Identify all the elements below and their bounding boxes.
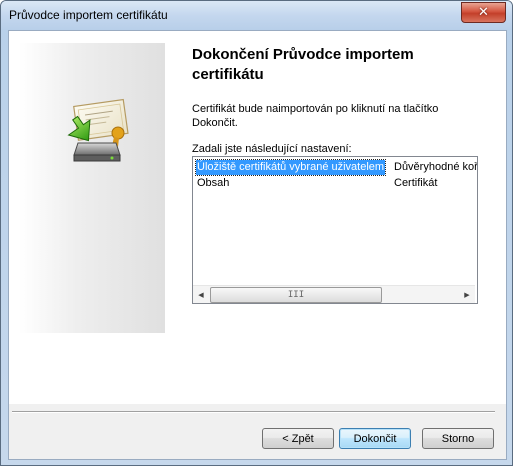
arrow-right-icon: ▶: [464, 290, 470, 299]
cancel-button[interactable]: Storno: [422, 428, 494, 449]
title-bar[interactable]: Průvodce importem certifikátu ✕: [1, 1, 512, 30]
list-item[interactable]: Obsah Certifikát: [193, 176, 475, 191]
setting-value: Certifikát: [394, 177, 438, 189]
close-icon: ✕: [478, 5, 489, 20]
setting-name: Obsah: [197, 177, 230, 189]
wizard-side-panel: [19, 43, 165, 333]
settings-label: Zadali jste následující nastavení:: [192, 143, 352, 155]
settings-list[interactable]: Úložiště certifikátů vybrané uživatelem …: [192, 156, 478, 304]
wizard-window: Průvodce importem certifikátu ✕ Dokončen…: [0, 0, 513, 466]
window-title: Průvodce importem certifikátu: [9, 8, 168, 22]
scroll-left-button[interactable]: ◀: [193, 286, 209, 303]
button-divider: [12, 411, 495, 413]
page-title: Dokončení Průvodce importem certifikátu: [192, 46, 414, 83]
close-button[interactable]: ✕: [461, 2, 506, 23]
back-button[interactable]: < Zpět: [262, 428, 334, 449]
horizontal-scrollbar[interactable]: ◀ III ▶: [193, 285, 475, 303]
setting-name: Úložiště certifikátů vybrané uživatelem: [194, 159, 387, 176]
setting-value: Důvěryhodné kořenové certifikační autori…: [394, 161, 478, 173]
grip-icon: III: [287, 289, 305, 300]
certificate-import-icon: [67, 98, 129, 162]
info-text: Certifikát bude naimportován po kliknutí…: [192, 103, 439, 129]
arrow-left-icon: ◀: [198, 290, 204, 299]
scroll-right-button[interactable]: ▶: [459, 286, 475, 303]
finish-button[interactable]: Dokončit: [339, 428, 411, 449]
dialog-client-area: Dokončení Průvodce importem certifikátu …: [8, 30, 507, 460]
list-item[interactable]: Úložiště certifikátů vybrané uživatelem …: [193, 159, 478, 176]
scroll-thumb[interactable]: III: [210, 287, 382, 303]
wizard-content: Dokončení Průvodce importem certifikátu …: [9, 31, 506, 404]
